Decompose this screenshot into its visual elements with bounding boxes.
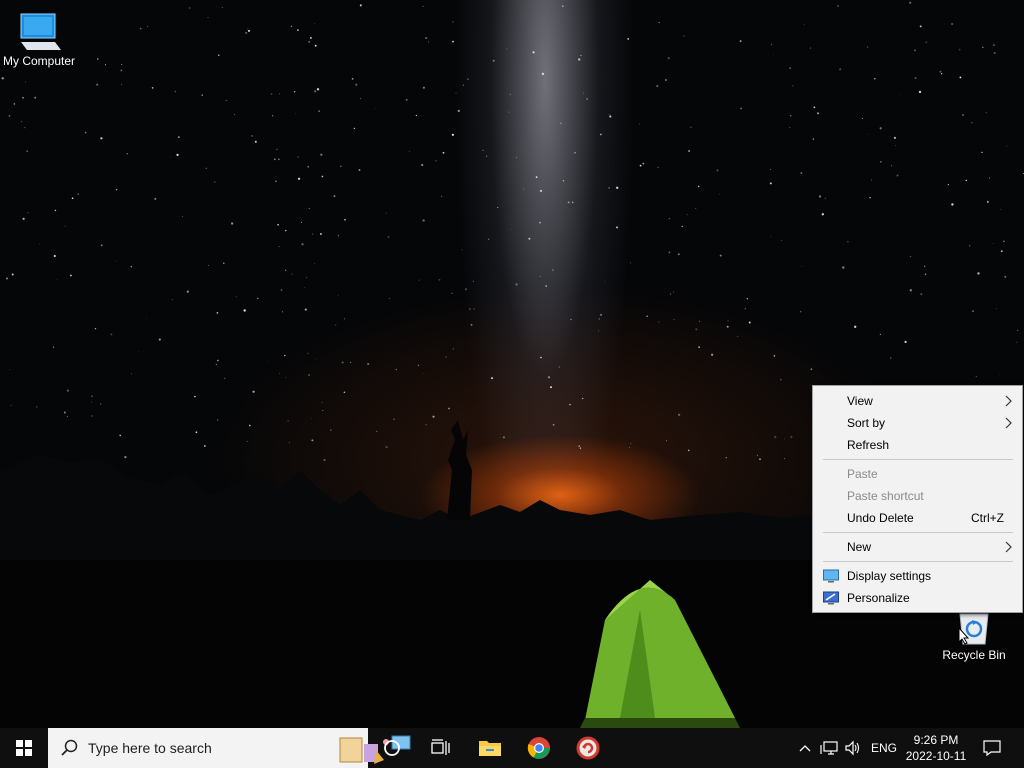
task-view-icon <box>431 739 450 755</box>
clock-time: 9:26 PM <box>913 733 959 747</box>
menu-item-paste: Paste <box>813 463 1022 485</box>
chrome-icon <box>527 737 550 759</box>
search-icon <box>61 739 78 756</box>
clock-date: 2022-10-11 <box>905 749 967 763</box>
menu-item-label: Paste shortcut <box>847 489 924 503</box>
input-language-indicator[interactable]: ENG <box>871 741 897 755</box>
menu-item-label: Sort by <box>847 416 886 430</box>
menu-item-label: Refresh <box>847 438 890 452</box>
desktop-context-menu: View Sort by Refresh Paste Paste shortcu… <box>812 385 1023 613</box>
recycle-bin-shortcut[interactable]: Recycle Bin <box>935 610 1013 662</box>
clock[interactable]: 9:26 PM 2022-10-11 <box>902 731 970 765</box>
menu-separator <box>823 561 1013 562</box>
chevron-up-icon <box>799 745 811 752</box>
volume-button[interactable] <box>842 728 864 768</box>
menu-item-label: Display settings <box>847 569 932 583</box>
chrome-button[interactable] <box>519 728 559 768</box>
menu-item-personalize[interactable]: Personalize <box>813 587 1022 609</box>
menu-item-label: New <box>847 540 872 554</box>
chevron-right-icon <box>1005 417 1012 429</box>
search-placeholder: Type here to search <box>88 740 212 756</box>
menu-item-refresh[interactable]: Refresh <box>813 434 1022 456</box>
cortana-circle-icon <box>384 740 400 756</box>
menu-separator <box>823 532 1013 533</box>
display-icon <box>823 569 839 583</box>
mountain-silhouette <box>0 420 1024 728</box>
windows-logo-icon <box>16 740 32 756</box>
action-center-button[interactable] <box>978 728 1006 768</box>
menu-separator <box>823 459 1013 460</box>
menu-item-display-settings[interactable]: Display settings <box>813 565 1022 587</box>
app-icon <box>576 736 600 760</box>
menu-item-view[interactable]: View <box>813 390 1022 412</box>
desktop-wallpaper[interactable]: My Computer Recycle Bin <box>0 0 1024 728</box>
task-view-button[interactable] <box>420 728 460 768</box>
file-explorer-button[interactable] <box>470 728 510 768</box>
recycle-bin-label: Recycle Bin <box>942 648 1006 662</box>
mouse-cursor <box>958 627 970 645</box>
personalize-icon <box>823 591 839 605</box>
menu-item-label: Paste <box>847 467 878 481</box>
cortana-button[interactable] <box>372 728 412 768</box>
file-explorer-icon <box>479 741 501 756</box>
menu-item-undo-delete[interactable]: Undo Delete Ctrl+Z <box>813 507 1022 529</box>
menu-item-label: Undo Delete <box>847 511 914 525</box>
app-button[interactable] <box>568 728 608 768</box>
network-button[interactable] <box>818 728 840 768</box>
show-hidden-icons-button[interactable] <box>796 728 814 768</box>
menu-item-label: View <box>847 394 873 408</box>
taskbar: Type here to search ENG 9:26 PM 2022-10-… <box>0 728 1024 768</box>
chevron-right-icon <box>1005 395 1012 407</box>
start-button[interactable] <box>0 728 48 768</box>
menu-item-shortcut: Ctrl+Z <box>971 511 1004 525</box>
computer-icon <box>20 13 61 50</box>
notification-icon <box>983 740 1001 756</box>
chevron-right-icon <box>1005 541 1012 553</box>
menu-item-new[interactable]: New <box>813 536 1022 558</box>
my-computer-shortcut[interactable]: My Computer <box>0 8 78 68</box>
search-box[interactable]: Type here to search <box>48 728 411 768</box>
my-computer-label: My Computer <box>2 54 76 68</box>
menu-item-paste-shortcut: Paste shortcut <box>813 485 1022 507</box>
menu-item-label: Personalize <box>847 591 910 605</box>
menu-item-sort-by[interactable]: Sort by <box>813 412 1022 434</box>
network-icon <box>820 741 838 755</box>
speaker-icon <box>845 740 860 756</box>
